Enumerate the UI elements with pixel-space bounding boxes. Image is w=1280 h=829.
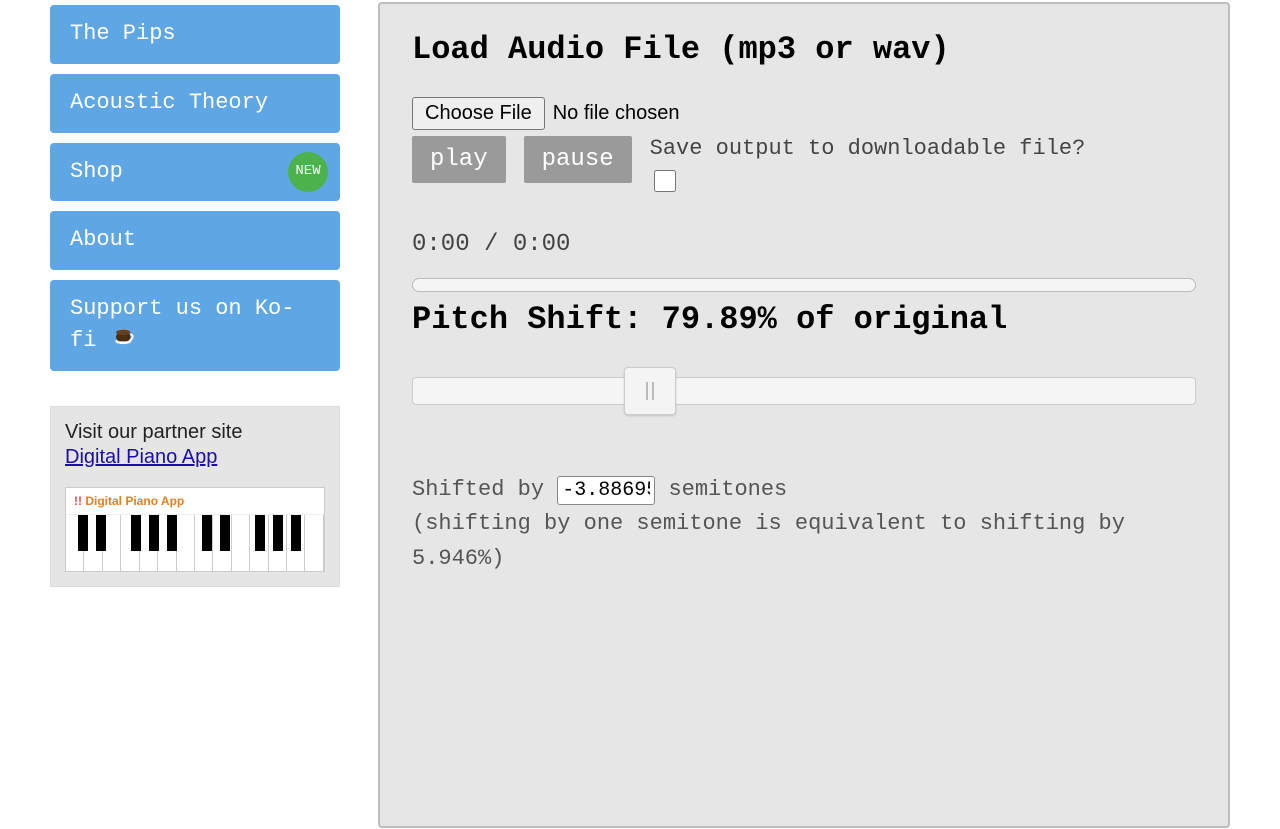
nav-label: Shop <box>70 159 123 184</box>
save-label: Save output to downloadable file? <box>650 136 1086 161</box>
coffee-icon <box>114 325 136 356</box>
nav-support-kofi[interactable]: Support us on Ko-fi <box>50 280 340 371</box>
pitch-heading: Pitch Shift: 79.89% of original <box>412 298 1196 341</box>
partner-box: Visit our partner site Digital Piano App… <box>50 406 340 587</box>
piano-keys-icon <box>66 515 324 571</box>
load-heading: Load Audio File (mp3 or wav) <box>412 28 1196 71</box>
partner-link[interactable]: Digital Piano App <box>65 446 217 468</box>
partner-card[interactable]: !! Digital Piano App <box>65 487 325 572</box>
play-button[interactable]: play <box>412 136 506 183</box>
nav-shop[interactable]: Shop NEW <box>50 143 340 202</box>
nav-label: Acoustic Theory <box>70 90 268 115</box>
partner-card-header: !! Digital Piano App <box>66 488 324 515</box>
pitch-prefix: Pitch Shift: <box>412 301 662 338</box>
pitch-value: 79.89% <box>662 301 777 338</box>
shift-text: Shifted by semitones (shifting by one se… <box>412 473 1196 575</box>
new-badge: NEW <box>288 152 328 192</box>
choose-file-button[interactable]: Choose File <box>412 97 545 130</box>
nav-label: Support us on Ko-fi <box>70 296 294 353</box>
partner-title: Visit our partner site <box>65 421 325 444</box>
nav-the-pips[interactable]: The Pips <box>50 5 340 64</box>
warning-icon: !! <box>74 494 82 508</box>
main-panel: Load Audio File (mp3 or wav) Choose File… <box>378 2 1230 828</box>
save-checkbox[interactable] <box>654 170 676 192</box>
time-display: 0:00 / 0:00 <box>412 231 1196 258</box>
shifted-suffix: semitones <box>668 477 787 502</box>
pitch-suffix: of original <box>777 301 1007 338</box>
nav-acoustic-theory[interactable]: Acoustic Theory <box>50 74 340 133</box>
nav-label: About <box>70 227 136 252</box>
slider-thumb[interactable] <box>624 367 676 415</box>
progress-bar[interactable] <box>412 278 1196 292</box>
pitch-slider[interactable] <box>412 367 1196 415</box>
slider-track <box>412 377 1196 405</box>
controls-row: play pause Save output to downloadable f… <box>412 136 1196 195</box>
file-status: No file chosen <box>553 102 680 125</box>
sidebar: The Pips Acoustic Theory Shop NEW About … <box>50 0 340 828</box>
file-row: Choose File No file chosen <box>412 97 1196 130</box>
shift-note: (shifting by one semitone is equivalent … <box>412 511 1125 570</box>
nav-about[interactable]: About <box>50 211 340 270</box>
partner-card-title: Digital Piano App <box>85 494 184 508</box>
semitone-input[interactable] <box>557 476 655 505</box>
save-row: Save output to downloadable file? <box>650 136 1086 195</box>
nav-label: The Pips <box>70 21 176 46</box>
pause-button[interactable]: pause <box>524 136 632 183</box>
shifted-prefix: Shifted by <box>412 477 557 502</box>
